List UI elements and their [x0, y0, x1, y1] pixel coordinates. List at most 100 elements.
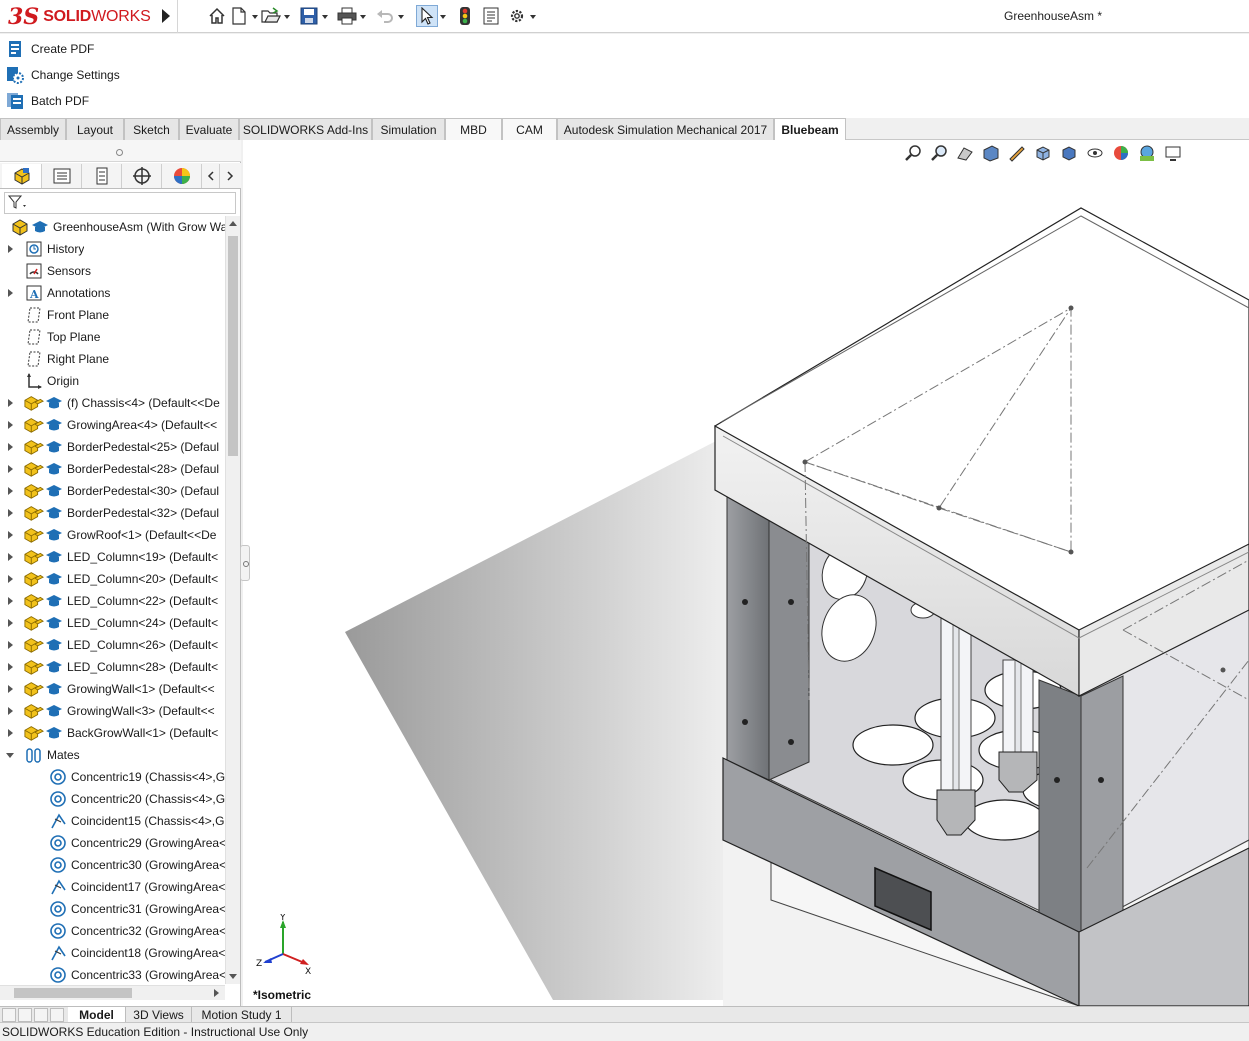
tree-item[interactable]: BackGrowWall<1> (Default<	[0, 722, 225, 744]
tree-item[interactable]: GrowingArea<4> (Default<<	[0, 414, 225, 436]
tree-item[interactable]: Top Plane	[0, 326, 225, 348]
display-manager-tab[interactable]	[162, 164, 202, 188]
tab-assembly[interactable]: Assembly	[0, 118, 66, 140]
display-style-icon[interactable]	[1059, 143, 1079, 163]
panel-splitter-handle[interactable]	[240, 545, 250, 581]
expand-arrow-icon[interactable]	[0, 458, 13, 480]
select-icon[interactable]	[416, 5, 438, 27]
zoom-to-area-icon[interactable]	[929, 143, 949, 163]
tab-evaluate[interactable]: Evaluate	[179, 118, 239, 140]
tree-filter[interactable]	[4, 192, 236, 214]
save-icon[interactable]	[298, 5, 320, 27]
feature-manager-tab[interactable]	[2, 164, 42, 188]
scroll-down-icon[interactable]	[229, 974, 237, 979]
tree-item[interactable]: GrowingWall<3> (Default<<	[0, 700, 225, 722]
options-dropdown-arrow-icon[interactable]	[528, 5, 538, 27]
expand-arrow-icon[interactable]	[0, 480, 13, 502]
new-dropdown-arrow-icon[interactable]	[250, 5, 260, 27]
scroll-up-icon[interactable]	[229, 221, 237, 226]
expand-arrow-icon[interactable]	[0, 238, 13, 260]
previous-view-icon[interactable]	[955, 143, 975, 163]
mate-item[interactable]: Coincident15 (Chassis<4>,G	[0, 810, 225, 832]
tab-cam[interactable]: CAM	[502, 118, 557, 140]
section-view-icon[interactable]	[981, 143, 1001, 163]
expand-arrow-icon[interactable]	[0, 678, 13, 700]
mate-item[interactable]: Concentric30 (GrowingArea<	[0, 854, 225, 876]
tree-item[interactable]: BorderPedestal<25> (Defaul	[0, 436, 225, 458]
collapse-arrow-icon[interactable]	[0, 744, 14, 766]
prev-tab-icon[interactable]	[18, 1008, 32, 1022]
mate-item[interactable]: Concentric32 (GrowingArea<	[0, 920, 225, 942]
tree-vertical-scrollbar[interactable]	[225, 216, 240, 984]
tab-simulation[interactable]: Simulation	[372, 118, 445, 140]
save-dropdown-arrow-icon[interactable]	[320, 5, 330, 27]
dynamic-annotation-icon[interactable]	[1007, 143, 1027, 163]
dimxpert-manager-tab[interactable]	[122, 164, 162, 188]
mate-item[interactable]: Concentric29 (GrowingArea<	[0, 832, 225, 854]
expand-arrow-icon[interactable]	[0, 436, 13, 458]
solidworks-logo[interactable]: 3S SOLIDWORKS	[8, 1, 156, 32]
expand-arrow-icon[interactable]	[0, 656, 13, 678]
zoom-to-fit-icon[interactable]	[903, 143, 923, 163]
apply-scene-icon[interactable]	[1137, 143, 1157, 163]
tree-item[interactable]: LED_Column<19> (Default<	[0, 546, 225, 568]
tab-mbd[interactable]: MBD	[445, 118, 502, 140]
tab-3d-views[interactable]: 3D Views	[126, 1007, 192, 1023]
tree-item[interactable]: BorderPedestal<28> (Defaul	[0, 458, 225, 480]
mate-item[interactable]: Coincident18 (GrowingArea<	[0, 942, 225, 964]
tab-autodesk-simulation[interactable]: Autodesk Simulation Mechanical 2017	[557, 118, 774, 140]
file-properties-icon[interactable]	[480, 5, 502, 27]
tree-item[interactable]: History	[0, 238, 225, 260]
new-document-icon[interactable]	[228, 5, 250, 27]
tabs-scroll-left-icon[interactable]	[202, 164, 220, 188]
select-dropdown-arrow-icon[interactable]	[438, 5, 448, 27]
expand-arrow-icon[interactable]	[0, 414, 13, 436]
panel-grip[interactable]	[0, 140, 241, 162]
tree-item[interactable]: LED_Column<26> (Default<	[0, 634, 225, 656]
expand-arrow-icon[interactable]	[0, 590, 13, 612]
first-tab-icon[interactable]	[2, 1008, 16, 1022]
expand-arrow-icon[interactable]	[0, 700, 13, 722]
graphics-area[interactable]: Y X Z *Isometric	[243, 140, 1249, 1006]
tree-item[interactable]: A Annotations	[0, 282, 225, 304]
tree-item[interactable]: BorderPedestal<30> (Defaul	[0, 480, 225, 502]
tab-bluebeam[interactable]: Bluebeam	[774, 118, 846, 141]
print-icon[interactable]	[336, 5, 358, 27]
expand-arrow-icon[interactable]	[0, 568, 13, 590]
mate-item[interactable]: Concentric19 (Chassis<4>,G	[0, 766, 225, 788]
rebuild-icon[interactable]	[454, 5, 476, 27]
tab-solidworks-add-ins[interactable]: SOLIDWORKS Add-Ins	[239, 118, 372, 140]
tree-item[interactable]: LED_Column<22> (Default<	[0, 590, 225, 612]
expand-arrow-icon[interactable]	[0, 282, 13, 304]
tab-sketch[interactable]: Sketch	[124, 118, 179, 140]
expand-arrow-icon[interactable]	[0, 634, 13, 656]
model-view[interactable]	[243, 140, 1249, 1006]
mate-item[interactable]: Coincident17 (GrowingArea<	[0, 876, 225, 898]
tree-root-assembly[interactable]: GreenhouseAsm (With Grow Wa	[0, 216, 225, 238]
edit-appearance-icon[interactable]	[1111, 143, 1131, 163]
last-tab-icon[interactable]	[50, 1008, 64, 1022]
mate-item[interactable]: Concentric20 (Chassis<4>,G	[0, 788, 225, 810]
tabs-scroll-right-icon[interactable]	[220, 164, 239, 188]
scroll-thumb[interactable]	[228, 236, 238, 456]
expand-arrow-icon[interactable]	[0, 392, 13, 414]
tree-item[interactable]: Mates	[0, 744, 225, 766]
mate-item[interactable]: Concentric33 (GrowingArea<	[0, 964, 225, 984]
expand-arrow-icon[interactable]	[0, 612, 13, 634]
change-settings-button[interactable]: Change Settings	[6, 64, 120, 86]
expand-arrow-icon[interactable]	[0, 502, 13, 524]
mate-item[interactable]: Concentric31 (GrowingArea<	[0, 898, 225, 920]
tree-item[interactable]: Origin	[0, 370, 225, 392]
tree-item[interactable]: Right Plane	[0, 348, 225, 370]
create-pdf-button[interactable]: Create PDF	[6, 38, 94, 60]
undo-icon[interactable]	[374, 5, 396, 27]
tree-item[interactable]: Sensors	[0, 260, 225, 282]
open-dropdown-arrow-icon[interactable]	[282, 5, 292, 27]
tab-layout[interactable]: Layout	[66, 118, 124, 140]
tree-item[interactable]: (f) Chassis<4> (Default<<De	[0, 392, 225, 414]
next-tab-icon[interactable]	[34, 1008, 48, 1022]
expand-arrow-icon[interactable]	[0, 722, 13, 744]
options-icon[interactable]	[506, 5, 528, 27]
tree-item[interactable]: GrowingWall<1> (Default<<	[0, 678, 225, 700]
batch-pdf-button[interactable]: Batch PDF	[6, 90, 89, 112]
